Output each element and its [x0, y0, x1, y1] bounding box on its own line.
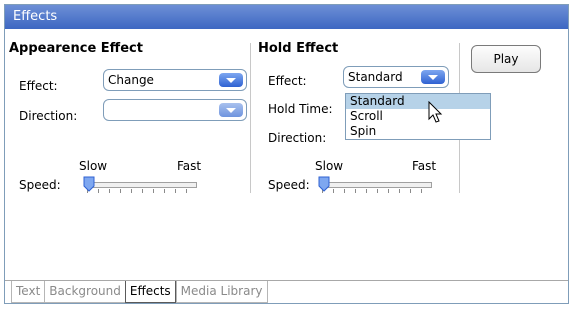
hold-speed-label: Speed: [268, 178, 310, 192]
tab-media-library[interactable]: Media Library [175, 281, 268, 303]
chevron-down-icon[interactable] [219, 103, 243, 117]
slider-track [322, 182, 432, 188]
chevron-down-icon[interactable] [421, 70, 445, 84]
chevron-down-icon[interactable] [219, 73, 243, 87]
play-button[interactable]: Play [471, 45, 541, 73]
slider-thumb-icon[interactable] [318, 176, 330, 192]
appearance-effect-dropdown[interactable]: Change [103, 69, 247, 91]
appearance-speed-label: Speed: [19, 178, 61, 192]
tab-effects[interactable]: Effects [124, 281, 176, 303]
slider-track [87, 182, 197, 188]
tab-background[interactable]: Background [44, 281, 125, 303]
appearance-slow-label: Slow [79, 159, 108, 173]
section-divider [250, 43, 251, 193]
option-spin[interactable]: Spin [346, 124, 490, 139]
slider-ticks [322, 189, 432, 193]
appearance-speed-slider[interactable] [83, 176, 201, 196]
hold-fast-label: Fast [412, 159, 437, 173]
appearance-section-title: Appearence Effect [9, 41, 143, 56]
slider-thumb-icon[interactable] [83, 176, 95, 192]
hold-direction-label: Direction: [268, 131, 327, 145]
hold-time-label: Hold Time: [268, 102, 333, 116]
hold-effect-value: Standard [348, 70, 403, 84]
mouse-pointer-icon [428, 101, 443, 123]
appearance-direction-dropdown[interactable] [103, 99, 247, 121]
tab-text[interactable]: Text [11, 281, 45, 303]
window-title: Effects [5, 5, 568, 29]
hold-effect-options-list: Standard Scroll Spin [345, 93, 491, 140]
tab-strip: Text Background Effects Media Library [11, 281, 268, 303]
hold-effect-label: Effect: [268, 74, 307, 88]
effects-window: Effects Appearence Effect Effect: Change… [4, 4, 569, 304]
option-scroll[interactable]: Scroll [346, 109, 490, 124]
option-standard[interactable]: Standard [346, 94, 490, 109]
effects-panel: Appearence Effect Effect: Change Directi… [5, 29, 568, 303]
appearance-fast-label: Fast [177, 159, 202, 173]
appearance-effect-label: Effect: [19, 79, 58, 93]
hold-slow-label: Slow [315, 159, 344, 173]
appearance-direction-label: Direction: [19, 109, 78, 123]
slider-ticks [87, 189, 197, 193]
hold-section-title: Hold Effect [258, 41, 339, 56]
hold-speed-slider[interactable] [318, 176, 436, 196]
appearance-effect-value: Change [108, 73, 154, 87]
hold-effect-dropdown[interactable]: Standard [343, 66, 449, 88]
